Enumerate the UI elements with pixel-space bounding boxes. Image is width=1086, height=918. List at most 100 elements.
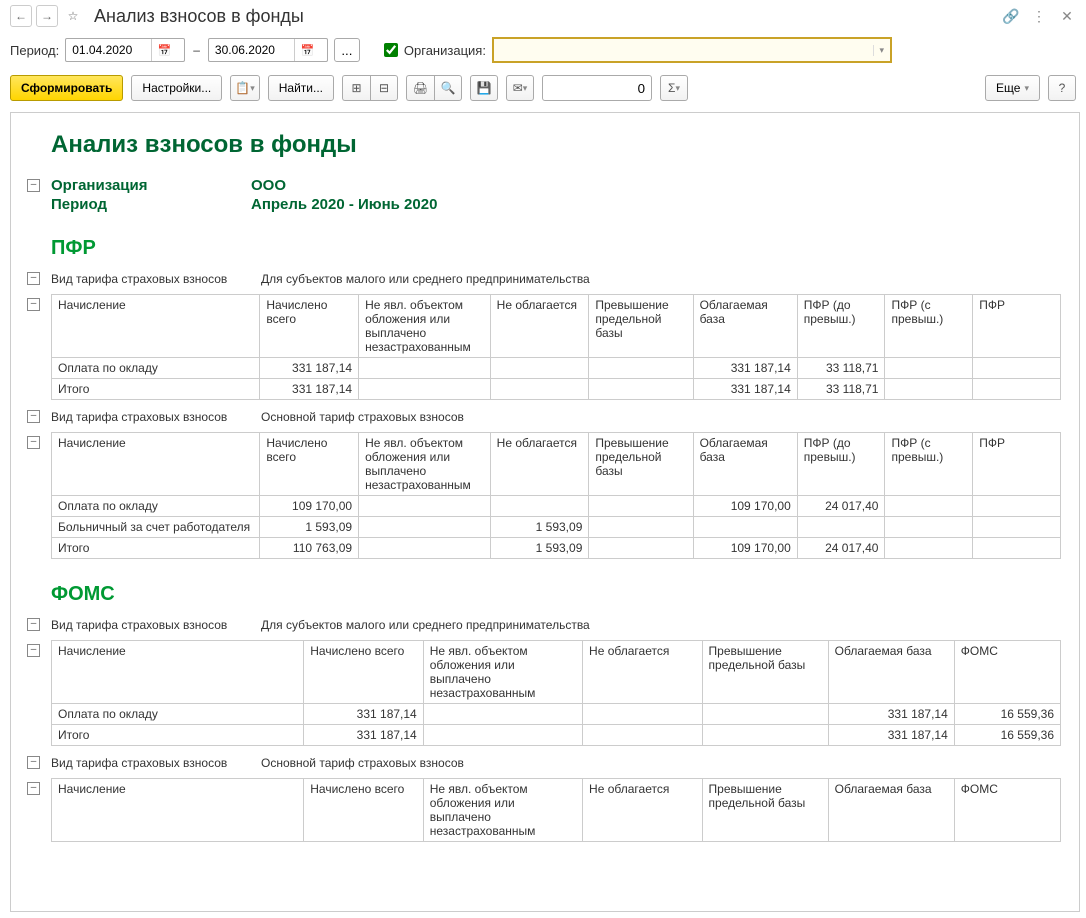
forward-button[interactable]: → (36, 5, 58, 27)
more-button[interactable]: Еще (985, 75, 1040, 101)
tree-toggle[interactable]: – (27, 179, 40, 192)
filter-bar: Период: 📅 – 📅 ... Организация: ▾ (0, 32, 1086, 68)
tree-toggle[interactable]: – (27, 756, 40, 769)
calendar-icon[interactable]: 📅 (294, 39, 320, 61)
tariff-label: Вид тарифа страховых взносов (51, 756, 261, 770)
column-header: Начислено всего (304, 779, 423, 842)
meta-period-value: Апрель 2020 - Июнь 2020 (251, 196, 437, 213)
count-input[interactable] (543, 81, 651, 96)
cell (797, 517, 885, 538)
cell: 331 187,14 (304, 725, 423, 746)
column-header: Не облагается (490, 295, 589, 358)
column-header: ФОМС (954, 641, 1060, 704)
column-header: Начисление (52, 779, 304, 842)
cell (885, 496, 973, 517)
column-header: Начислено всего (260, 433, 359, 496)
column-header: Облагаемая база (693, 433, 797, 496)
data-grid: НачислениеНачислено всегоНе явл. объекто… (51, 294, 1061, 400)
close-icon[interactable]: ✕ (1058, 7, 1076, 25)
print-button[interactable]: 🖨 (406, 75, 434, 101)
cell: 33 118,71 (797, 358, 885, 379)
count-field[interactable] (542, 75, 652, 101)
column-header: Начисление (52, 295, 260, 358)
calendar-icon[interactable]: 📅 (151, 39, 177, 61)
link-icon[interactable]: 🔗 (1002, 7, 1020, 25)
column-header: ПФР (973, 295, 1061, 358)
meta-period-label: Период (51, 196, 251, 213)
date-to-field[interactable]: 📅 (208, 38, 328, 62)
total-row: Итого110 763,091 593,09109 170,0024 017,… (52, 538, 1061, 559)
cell (702, 725, 828, 746)
preview-button[interactable]: 🔍 (434, 75, 462, 101)
tree-toggle[interactable]: – (27, 436, 40, 449)
cell (359, 538, 491, 559)
column-header: ПФР (до превыш.) (797, 433, 885, 496)
column-header: Превышение предельной базы (702, 641, 828, 704)
cell: 24 017,40 (797, 496, 885, 517)
cell: 24 017,40 (797, 538, 885, 559)
tree-toggle[interactable]: – (27, 782, 40, 795)
favorite-button[interactable]: ☆ (62, 5, 84, 27)
generate-button[interactable]: Сформировать (10, 75, 123, 101)
tree-toggle[interactable]: – (27, 410, 40, 423)
cell (973, 496, 1061, 517)
row-label: Оплата по окладу (52, 704, 304, 725)
data-grid: НачислениеНачислено всегоНе явл. объекто… (51, 778, 1061, 842)
variants-button[interactable]: 📋 (230, 75, 259, 101)
email-button[interactable]: ✉ (506, 75, 534, 101)
cell (693, 517, 797, 538)
cell: 16 559,36 (954, 725, 1060, 746)
report-title: Анализ взносов в фонды (51, 131, 1069, 159)
sum-button[interactable]: Σ (660, 75, 688, 101)
org-checkbox[interactable] (384, 43, 398, 57)
date-from-field[interactable]: 📅 (65, 38, 185, 62)
cell (359, 379, 491, 400)
column-header: Превышение предельной базы (589, 295, 693, 358)
back-button[interactable]: ← (10, 5, 32, 27)
total-label: Итого (52, 538, 260, 559)
help-button[interactable]: ? (1048, 75, 1076, 101)
column-header: ПФР (до превыш.) (797, 295, 885, 358)
save-button[interactable]: 💾 (470, 75, 498, 101)
row-label: Больничный за счет работодателя (52, 517, 260, 538)
tree-toggle[interactable]: – (27, 272, 40, 285)
table-row: Оплата по окладу331 187,14331 187,1416 5… (52, 704, 1061, 725)
cell: 331 187,14 (260, 358, 359, 379)
cell (359, 496, 491, 517)
cell: 33 118,71 (797, 379, 885, 400)
date-to-input[interactable] (209, 43, 294, 57)
tree-toggle[interactable]: – (27, 298, 40, 311)
report-area[interactable]: Анализ взносов в фонды– ОрганизацияООО П… (10, 112, 1080, 912)
kebab-icon[interactable]: ⋮ (1030, 7, 1048, 25)
org-input[interactable] (494, 43, 873, 58)
cell (589, 538, 693, 559)
column-header: Начисление (52, 433, 260, 496)
column-header: Не облагается (583, 779, 702, 842)
tree-toggle[interactable]: – (27, 618, 40, 631)
table-row: Оплата по окладу109 170,00109 170,0024 0… (52, 496, 1061, 517)
period-picker-button[interactable]: ... (334, 38, 360, 62)
date-from-input[interactable] (66, 43, 151, 57)
cell: 331 187,14 (828, 704, 954, 725)
expand-button[interactable]: ⊞ (342, 75, 370, 101)
column-header: ПФР (с превыш.) (885, 433, 973, 496)
collapse-button[interactable]: ⊟ (370, 75, 398, 101)
settings-button[interactable]: Настройки... (131, 75, 222, 101)
cell (702, 704, 828, 725)
tree-toggle[interactable]: – (27, 644, 40, 657)
find-button[interactable]: Найти... (268, 75, 334, 101)
tariff-label: Вид тарифа страховых взносов (51, 618, 261, 632)
column-header: Начислено всего (304, 641, 423, 704)
cell (359, 517, 491, 538)
column-header: Облагаемая база (828, 779, 954, 842)
column-header: Превышение предельной базы (702, 779, 828, 842)
total-label: Итого (52, 379, 260, 400)
tariff-label: Вид тарифа страховых взносов (51, 272, 261, 286)
chevron-down-icon[interactable]: ▾ (873, 45, 890, 56)
column-header: Не облагается (490, 433, 589, 496)
total-label: Итого (52, 725, 304, 746)
section-heading: ФОМС (51, 583, 1069, 606)
org-select[interactable]: ▾ (492, 37, 892, 63)
cell: 109 170,00 (693, 538, 797, 559)
meta-org-value: ООО (251, 177, 286, 194)
